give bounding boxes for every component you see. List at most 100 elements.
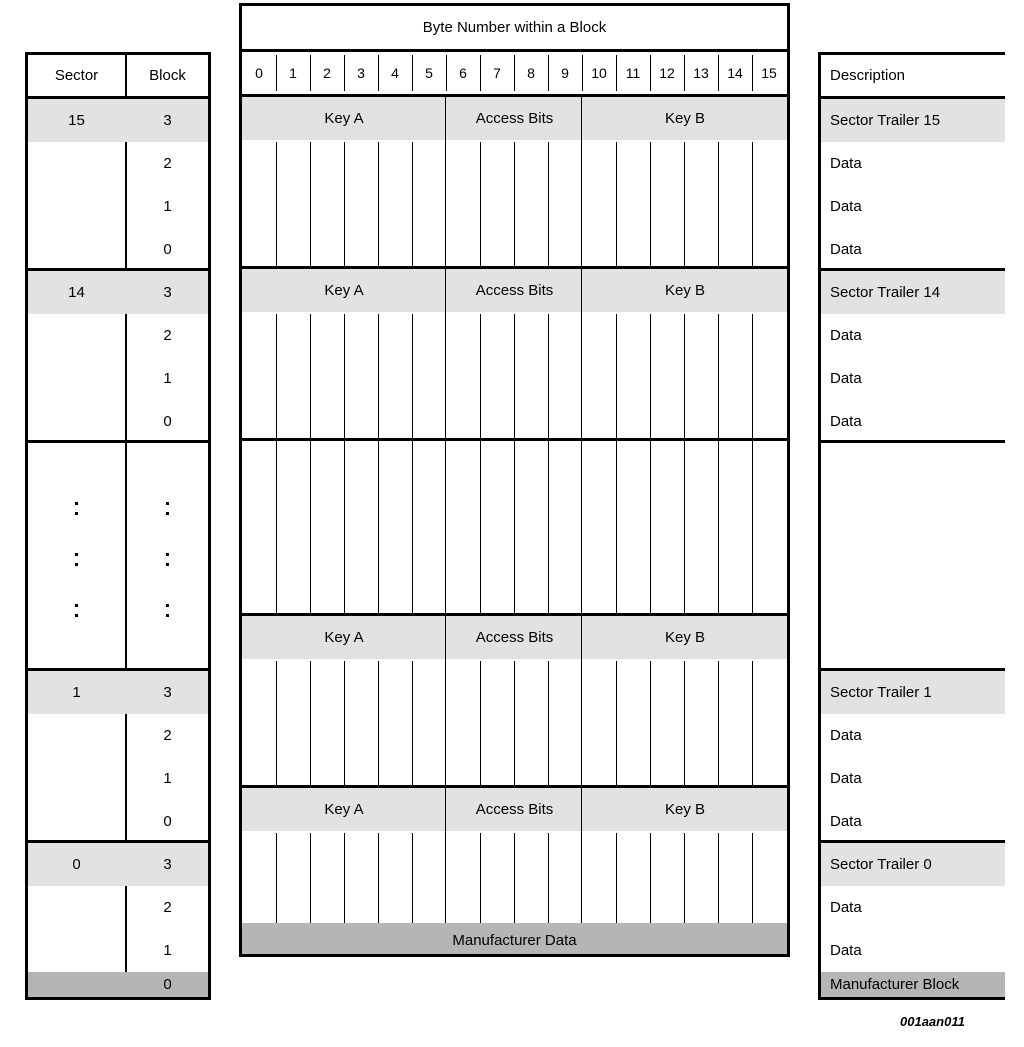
center-sector-1: Key A Access Bits Key B [239, 616, 790, 788]
block-column-header: Block [149, 67, 186, 84]
s14-right-border [787, 269, 790, 441]
s15-byte-divider-13 [684, 142, 685, 269]
s14-byte-divider-1 [276, 314, 277, 441]
sector-0-block-3: 3 [163, 856, 172, 873]
byte-number-6: 6 [459, 65, 467, 81]
sector-0-label: 0 [72, 856, 81, 873]
s0-byte-divider-1 [276, 833, 277, 923]
byte-row-right-border [787, 52, 790, 94]
sector-1-block-3: 3 [163, 684, 172, 701]
cont-byte-divider-8 [514, 441, 515, 616]
s1-byte-divider-13 [684, 661, 685, 788]
cont-byte-divider-14 [718, 441, 719, 616]
byte-number-row: 0 1 2 3 4 5 6 7 8 9 10 11 12 13 14 15 [239, 52, 790, 94]
s1-byte-divider-1 [276, 661, 277, 788]
block-ellipsis [127, 502, 208, 617]
s1-right-border [787, 616, 790, 788]
sector-15-label: 15 [68, 112, 85, 129]
byte-number-title: Byte Number within a Block [422, 19, 607, 36]
s15-byte-divider-14 [718, 142, 719, 269]
cont-field-divider-b [581, 441, 582, 616]
desc-sector-trailer-15: Sector Trailer 15 [821, 99, 1005, 142]
cont-byte-divider-15 [752, 441, 753, 616]
s14-key-a-label: Key A [324, 282, 364, 299]
cont-right-border [787, 441, 790, 616]
s1-byte-divider-8 [514, 661, 515, 788]
desc-s0-data-2: Data [830, 899, 862, 916]
desc-manufacturer-block: Manufacturer Block [821, 972, 1005, 997]
sector-14-bottom-rule [25, 440, 211, 443]
s14-byte-divider-15 [752, 314, 753, 441]
s0-key-b-label: Key B [664, 801, 706, 818]
s15-field-divider-a [445, 97, 446, 269]
desc-continuation [821, 443, 1005, 668]
center-title-right-border [787, 3, 790, 52]
s1-byte-divider-4 [378, 661, 379, 788]
s0-byte-divider-15 [752, 833, 753, 923]
cont-byte-divider-1 [276, 441, 277, 616]
s1-field-divider-a [445, 616, 446, 788]
s0-byte-divider-2 [310, 833, 311, 923]
cont-byte-divider-12 [650, 441, 651, 616]
s15-byte-divider-7 [480, 142, 481, 269]
s1-byte-divider-3 [344, 661, 345, 788]
s15-access-bits-label: Access Bits [475, 110, 554, 127]
sector-0-block-2: 2 [163, 899, 172, 916]
s15-key-a-label: Key A [324, 110, 364, 127]
byte-number-13: 13 [693, 65, 709, 81]
figure-caption: 001aan011 [900, 1014, 965, 1029]
s0-byte-divider-8 [514, 833, 515, 923]
desc-sector-trailer-14: Sector Trailer 14 [821, 271, 1005, 314]
byte-number-11: 11 [625, 65, 641, 81]
s14-byte-divider-2 [310, 314, 311, 441]
sector-1-block-2: 2 [163, 727, 172, 744]
byte-number-3: 3 [357, 65, 365, 81]
cont-field-divider-a [445, 441, 446, 616]
s15-field-divider-b [581, 97, 582, 269]
s15-byte-divider-3 [344, 142, 345, 269]
s15-byte-divider-11 [616, 142, 617, 269]
s15-byte-divider-5 [412, 142, 413, 269]
center-continuation [239, 441, 790, 616]
sector-14-block-2: 2 [163, 327, 172, 344]
s14-field-divider-a [445, 269, 446, 441]
sector-1-block-1: 1 [163, 770, 172, 787]
s1-byte-divider-9 [548, 661, 549, 788]
s0-field-divider-a [445, 788, 446, 923]
sector-0-block-0: 0 [163, 976, 172, 993]
byte-number-15: 15 [761, 65, 777, 81]
s15-key-b-label: Key B [664, 110, 706, 127]
s1-access-bits-label: Access Bits [475, 629, 554, 646]
desc-s14-data-0: Data [830, 413, 862, 430]
s14-byte-divider-13 [684, 314, 685, 441]
sector-column-header: Sector [54, 67, 99, 84]
desc-s14-data-1: Data [830, 370, 862, 387]
byte-number-0: 0 [255, 65, 263, 81]
byte-number-8: 8 [527, 65, 535, 81]
s14-byte-divider-7 [480, 314, 481, 441]
sector-0-block-1: 1 [163, 942, 172, 959]
byte-number-10: 10 [591, 65, 607, 81]
desc-s1-data-0: Data [830, 813, 862, 830]
byte-number-1: 1 [289, 65, 297, 81]
byte-number-7: 7 [493, 65, 501, 81]
center-sector-14: Key A Access Bits Key B [239, 269, 790, 441]
s14-byte-divider-11 [616, 314, 617, 441]
center-sector-0: Key A Access Bits Key B Manufacturer Dat… [239, 788, 790, 957]
center-table-bottom-rule [239, 954, 790, 957]
byte-number-4: 4 [391, 65, 399, 81]
description-table: Description Sector Trailer 15 Data Data … [818, 52, 1005, 1000]
s0-key-a-label: Key A [324, 801, 364, 818]
s15-byte-divider-4 [378, 142, 379, 269]
sector-14-label: 14 [68, 284, 85, 301]
s1-byte-divider-14 [718, 661, 719, 788]
desc-s15-data-2: Data [830, 155, 862, 172]
s1-key-a-label: Key A [324, 629, 364, 646]
cont-byte-divider-11 [616, 441, 617, 616]
cont-byte-divider-3 [344, 441, 345, 616]
s0-byte-divider-12 [650, 833, 651, 923]
byte-number-9: 9 [561, 65, 569, 81]
sector-block-table: Sector Block 15 3 2 1 0 14 3 2 1 0 1 3 2… [25, 52, 211, 1000]
byte-number-14: 14 [727, 65, 743, 81]
cont-left-border [239, 441, 242, 616]
